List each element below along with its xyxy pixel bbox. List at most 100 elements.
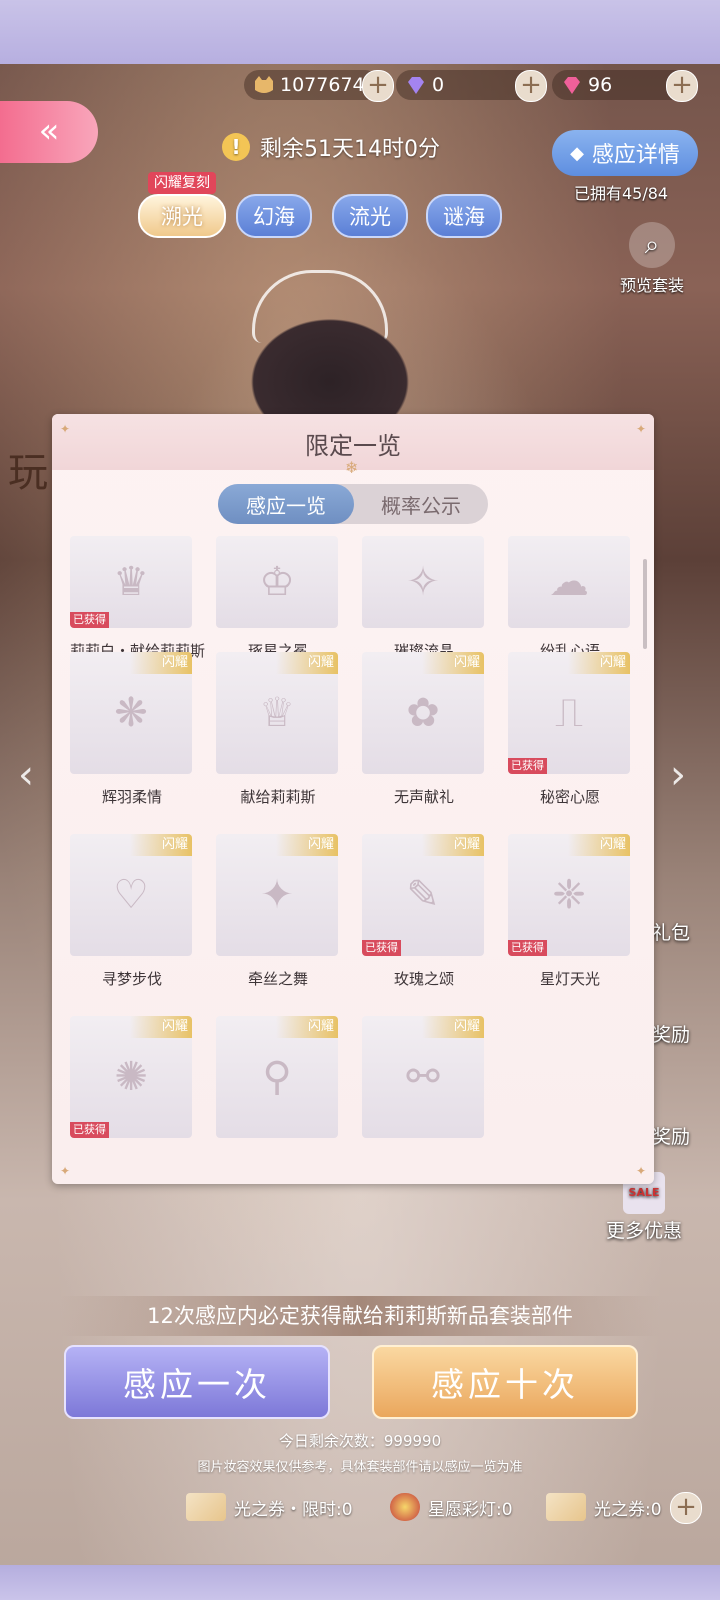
flash-badge: 闪耀 <box>130 652 192 674</box>
back-button[interactable]: « <box>0 101 98 163</box>
ticket-star-lantern[interactable]: 星愿彩灯:0 <box>390 1490 513 1524</box>
flash-badge: 闪耀 <box>568 834 630 856</box>
owned-badge: 已获得 <box>508 940 547 956</box>
draw-once-button[interactable]: 感应一次 <box>64 1345 330 1419</box>
owned-badge: 已获得 <box>70 1122 109 1138</box>
item-card[interactable]: ⚯ 闪耀 <box>362 1016 486 1138</box>
item-card[interactable]: ✎ 闪耀 已获得 玫瑰之颂 <box>362 834 486 989</box>
item-image-icon: ✧ <box>406 559 440 605</box>
pink-diamond-icon <box>560 73 584 97</box>
item-image-icon: ☁ <box>549 559 589 605</box>
limited-items-panel: ✦ ✦ ✦ ✦ 限定一览 ❄ 感应一览 概率公示 ♛ 已获得 莉莉白・献给莉莉斯 ♔ 琢… <box>52 414 654 1184</box>
item-thumbnail: ⚲ 闪耀 <box>216 1016 338 1138</box>
reward-label-1[interactable]: 奖励 <box>652 1020 690 1047</box>
segment-item-list[interactable]: 感应一览 <box>218 484 354 524</box>
item-grid: ♛ 已获得 莉莉白・献给莉莉斯 ♔ 琢星之冕 ✧ 璀璨流晶 ☁ 纷乱心语 ❋ 闪耀 辉羽柔情 ♕ 闪耀 献给… <box>70 536 640 1176</box>
detail-button[interactable]: ◆ 感应详情 <box>552 130 698 176</box>
pool-tab-1[interactable]: 溯光 <box>138 194 226 238</box>
preview-outfit-button[interactable]: ⌕ 预览套装 <box>612 222 692 296</box>
pool-tab-2[interactable]: 幻海 <box>236 194 312 238</box>
owned-badge: 已获得 <box>70 612 109 628</box>
item-thumbnail: ❈ 闪耀 已获得 <box>508 834 630 956</box>
panel-scrollbar[interactable] <box>643 559 647 649</box>
item-thumbnail: ♕ 闪耀 <box>216 652 338 774</box>
next-arrow-icon[interactable]: › <box>670 752 686 798</box>
star-lantern-icon <box>390 1493 420 1521</box>
prev-arrow-icon[interactable]: ‹ <box>18 752 34 798</box>
draw-ten-label: 感应十次 <box>431 1365 579 1404</box>
item-thumbnail: ✿ 闪耀 <box>362 652 484 774</box>
add-stars-button[interactable]: + <box>666 70 698 102</box>
pool-tab-label: 溯光 <box>161 205 203 229</box>
item-card[interactable]: ✦ 闪耀 牵丝之舞 <box>216 834 340 989</box>
corner-ornament-icon: ✦ <box>60 1164 71 1178</box>
diamond-icon: ◆ <box>570 142 584 164</box>
left-partial-text: 玩 <box>8 450 48 496</box>
flash-badge: 闪耀 <box>422 652 484 674</box>
flash-badge: 闪耀 <box>276 834 338 856</box>
owned-count: 已拥有45/84 <box>574 184 669 203</box>
add-tickets-button[interactable]: + <box>670 1492 702 1524</box>
item-name: 寻梦步伐 <box>101 970 162 988</box>
item-card[interactable]: ♕ 闪耀 献给莉莉斯 <box>216 652 340 807</box>
coin-counter: 1077674 <box>244 70 380 100</box>
item-card[interactable]: ✧ 璀璨流晶 <box>362 536 486 661</box>
ticket-label: 光之券・限时:0 <box>234 1499 353 1520</box>
coin-value: 1077674 <box>280 74 365 96</box>
ticket-limited[interactable]: 光之券・限时:0 <box>186 1490 353 1524</box>
preview-label: 预览套装 <box>619 276 684 295</box>
item-thumbnail: ♡ 闪耀 <box>70 834 192 956</box>
item-card[interactable]: ♔ 琢星之冕 <box>216 536 340 661</box>
star-value: 96 <box>588 74 613 96</box>
item-thumbnail: ♔ <box>216 536 338 628</box>
panel-segment-control: 感应一览 概率公示 <box>218 484 488 524</box>
ticket-label: 星愿彩灯:0 <box>428 1499 513 1520</box>
item-card[interactable]: ♛ 已获得 莉莉白・献给莉莉斯 <box>70 536 205 661</box>
item-thumbnail: ☁ <box>508 536 630 628</box>
item-thumbnail: ♛ 已获得 <box>70 536 192 628</box>
item-card[interactable]: ♡ 闪耀寻梦步伐 <box>70 834 194 989</box>
light-ticket-icon <box>546 1493 586 1521</box>
flash-badge: 闪耀 <box>130 834 192 856</box>
guarantee-hint: 12次感应内必定获得献给莉莉斯新品套装部件 <box>60 1296 660 1336</box>
item-name: 牵丝之舞 <box>247 970 308 988</box>
top-frame <box>0 0 720 64</box>
draw-once-label: 感应一次 <box>123 1365 271 1404</box>
gift-pack-label[interactable]: 礼包 <box>652 918 690 945</box>
light-ticket-icon <box>186 1493 226 1521</box>
pool-tab-label: 谜海 <box>443 205 485 229</box>
segment-probability[interactable]: 概率公示 <box>354 484 488 524</box>
item-card[interactable]: ❈ 闪耀 已获得 星灯天光 <box>508 834 632 989</box>
item-name: 辉羽柔情 <box>101 788 162 806</box>
draw-ten-button[interactable]: 感应十次 <box>372 1345 638 1419</box>
diamond-value: 0 <box>432 74 445 96</box>
flash-badge: 闪耀 <box>130 1016 192 1038</box>
item-thumbnail: ✎ 闪耀 已获得 <box>362 834 484 956</box>
item-card[interactable]: ⚲ 闪耀 <box>216 1016 340 1138</box>
disclaimer-text: 图片妆容效果仅供参考，具体套装部件请以感应一览为准 <box>197 1460 523 1475</box>
flash-badge: 闪耀 <box>568 652 630 674</box>
flash-badge: 闪耀 <box>276 1016 338 1038</box>
panel-title: 限定一览 <box>305 432 401 460</box>
add-diamonds-button[interactable]: + <box>515 70 547 102</box>
flash-badge: 闪耀 <box>422 834 484 856</box>
item-card[interactable]: ☁ 纷乱心语 <box>508 536 632 661</box>
item-name: 无声献礼 <box>393 788 454 806</box>
pool-tab-4[interactable]: 谜海 <box>426 194 502 238</box>
item-card[interactable]: ⎍ 闪耀 已获得 秘密心愿 <box>508 652 632 807</box>
snowflake-icon: ❄ <box>345 458 359 477</box>
item-card[interactable]: ✿ 闪耀无声献礼 <box>362 652 486 807</box>
item-thumbnail: ⚯ 闪耀 <box>362 1016 484 1138</box>
item-card[interactable]: ✺ 闪耀 已获得 <box>70 1016 194 1138</box>
coin-cat-icon <box>252 73 276 97</box>
pool-tab-3[interactable]: 流光 <box>332 194 408 238</box>
item-card[interactable]: ❋ 闪耀 辉羽柔情 <box>70 652 194 807</box>
owned-badge: 已获得 <box>362 940 401 956</box>
item-name: 星灯天光 <box>539 970 600 988</box>
timer-text: 剩余51天14时0分 <box>260 137 440 162</box>
add-coins-button[interactable]: + <box>362 70 394 102</box>
ticket-light[interactable]: 光之券:0 <box>546 1490 662 1524</box>
item-name: 秘密心愿 <box>539 788 600 806</box>
reward-label-2[interactable]: 奖励 <box>652 1122 690 1149</box>
purple-diamond-icon <box>404 73 428 97</box>
